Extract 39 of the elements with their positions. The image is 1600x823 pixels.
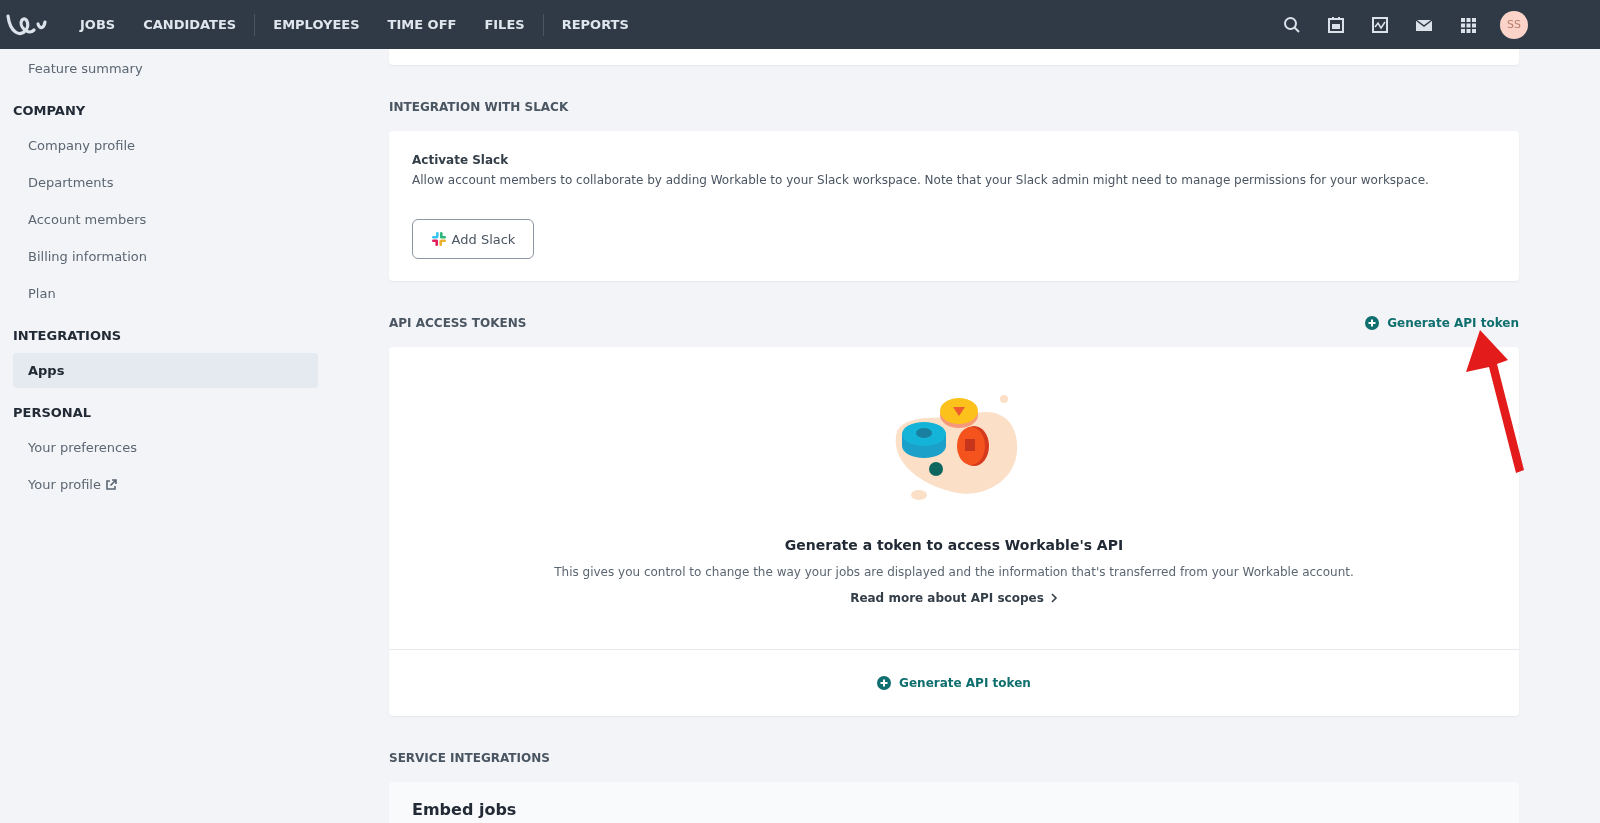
generate-token-link[interactable]: Generate API token <box>877 676 1031 690</box>
nav-link[interactable]: REPORTS <box>547 17 643 32</box>
sidebar-item[interactable]: Departments <box>13 165 318 200</box>
sidebar-heading: PERSONAL <box>13 404 93 422</box>
nav-link[interactable]: JOBS <box>66 17 130 32</box>
nav-link[interactable]: TIME OFF <box>373 17 471 32</box>
section-heading: SERVICE INTEGRATIONS <box>389 751 550 765</box>
chart-icon[interactable] <box>1371 15 1389 34</box>
section-heading: API ACCESS TOKENS <box>389 316 527 330</box>
hash-logo-icon <box>430 231 447 247</box>
sidebar-item[interactable]: Your profile <box>13 467 318 502</box>
sidebar-item[interactable]: Billing information <box>13 239 318 274</box>
read-more-link[interactable]: Read more about API scopes <box>850 591 1058 605</box>
sidebar-item[interactable]: Account members <box>13 202 318 237</box>
section-heading: INTEGRATION WITH SLACK <box>389 100 569 114</box>
sidebar-item[interactable]: Company profile <box>13 128 318 163</box>
search-icon[interactable] <box>1283 15 1301 34</box>
external-link-icon <box>104 478 117 491</box>
card-description: Allow account members to collaborate by adding Workable to your Slack workspace. Note that your Slack admin might need to manage permissions for your workspace. <box>412 173 1430 187</box>
sidebar-heading: COMPANY <box>13 102 87 120</box>
sidebar-item[interactable]: Your preferences <box>13 430 318 465</box>
nav-link[interactable]: FILES <box>470 17 539 32</box>
nav-link[interactable]: CANDIDATES <box>129 17 251 32</box>
sidebar-heading: INTEGRATIONS <box>13 327 123 345</box>
plus-circle-icon <box>1365 316 1380 330</box>
empty-state-title: Generate a token to access Workable's API <box>784 537 1124 553</box>
apps-grid-icon[interactable] <box>1459 15 1477 34</box>
empty-state-description: This gives you control to change the way your jobs are displayed and the information that's transferred from your Workable account. <box>554 565 1354 579</box>
add-slack-button[interactable]: Add Slack <box>412 219 534 259</box>
sidebar-item[interactable]: Plan <box>13 276 318 311</box>
embed-jobs-card: Embed jobs <box>389 782 1519 823</box>
nav-link[interactable]: EMPLOYEES <box>259 17 374 32</box>
card-title: Activate Slack <box>412 153 510 167</box>
sidebar-item[interactable]: Feature summary <box>13 51 318 86</box>
calendar-icon[interactable] <box>1327 15 1345 34</box>
chevron-right-icon <box>1049 593 1058 603</box>
generate-token-link[interactable]: Generate API token <box>1365 316 1519 330</box>
plus-circle-icon <box>877 676 892 690</box>
sidebar-item[interactable]: Apps <box>13 353 318 388</box>
